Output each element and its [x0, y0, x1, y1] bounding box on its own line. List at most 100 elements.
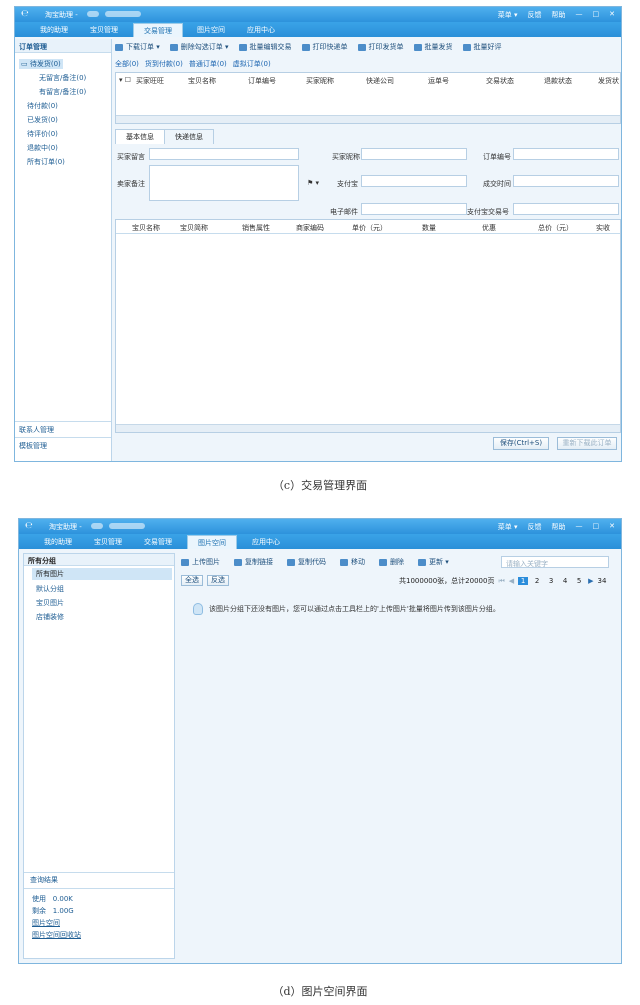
order-no-field[interactable] — [513, 148, 619, 160]
batch-review-button[interactable]: 批量好评 — [462, 42, 502, 52]
column-header[interactable]: 商家编码 — [296, 223, 324, 233]
minimize-icon[interactable]: — — [576, 10, 583, 20]
tab-app-center[interactable]: 应用中心 — [245, 535, 287, 549]
filter-virtual[interactable]: 虚拟订单(0) — [233, 59, 271, 69]
seller-note-field[interactable] — [149, 165, 299, 201]
maximize-icon[interactable]: □ — [593, 10, 600, 20]
sidebar-item-all-orders[interactable]: 所有订单(0) — [27, 157, 65, 167]
keyword-search-input[interactable]: 请输入关键字 — [501, 556, 609, 568]
tab-picture-space[interactable]: 图片空间 — [190, 23, 232, 37]
feedback-link[interactable]: 反馈 — [528, 10, 542, 20]
horizontal-scrollbar[interactable] — [116, 115, 620, 123]
move-button[interactable]: 移动 — [340, 557, 365, 567]
print-express-button[interactable]: 打印快递单 — [301, 42, 348, 52]
sidebar-item-shop-decoration[interactable]: 店铺装修 — [36, 612, 64, 622]
download-orders-button[interactable]: 下载订单 ▾ — [115, 42, 160, 52]
tab-item-management[interactable]: 宝贝管理 — [87, 535, 129, 549]
query-results[interactable]: 查询结果 — [24, 872, 174, 884]
sidebar-contacts[interactable]: 联系人管理 — [15, 421, 111, 435]
column-header[interactable]: 买家昵称 — [306, 76, 334, 86]
column-header[interactable]: 发货状 — [598, 76, 619, 86]
filter-normal[interactable]: 普通订单(0) — [189, 59, 227, 69]
column-header[interactable]: 数量 — [422, 223, 436, 233]
menu-button[interactable]: 菜单 ▾ — [498, 522, 518, 532]
sidebar-templates[interactable]: 模板管理 — [15, 437, 111, 451]
next-page-icon[interactable]: ▶ — [588, 577, 593, 585]
column-header[interactable]: 买家旺旺 — [136, 76, 164, 86]
page-link[interactable]: 4 — [560, 577, 570, 585]
delete-checked-button[interactable]: 删除勾选订单 ▾ — [169, 42, 229, 52]
tab-express-info[interactable]: 快递信息 — [165, 129, 214, 144]
sidebar-item-all-pictures[interactable]: 所有图片 — [32, 568, 172, 580]
tab-trade-management[interactable]: 交易管理 — [133, 23, 183, 37]
help-link[interactable]: 帮助 — [552, 522, 566, 532]
tab-item-management[interactable]: 宝贝管理 — [83, 23, 125, 37]
minimize-icon[interactable]: — — [576, 522, 583, 532]
update-button[interactable]: 更新 ▾ — [418, 557, 449, 567]
column-header[interactable]: 退款状态 — [544, 76, 572, 86]
column-header[interactable]: 宝贝名称 — [188, 76, 216, 86]
sidebar-item-default-group[interactable]: 默认分组 — [36, 584, 64, 594]
first-page-icon[interactable]: ⏮ — [498, 577, 504, 586]
tab-app-center[interactable]: 应用中心 — [240, 23, 282, 37]
menu-button[interactable]: 菜单 ▾ — [498, 10, 518, 20]
alipay-field[interactable] — [361, 175, 467, 187]
page-link[interactable]: 3 — [546, 577, 556, 585]
sidebar-item-has-note[interactable]: 有留言/备注(0) — [39, 87, 86, 97]
column-header[interactable]: 订单编号 — [248, 76, 276, 86]
column-header[interactable]: 宝贝名称 — [132, 223, 160, 233]
recycle-bin-link[interactable]: 图片空间回收站 — [32, 929, 166, 941]
page-link[interactable]: 2 — [532, 577, 542, 585]
buyer-message-field[interactable] — [149, 148, 299, 160]
batch-ship-button[interactable]: 批量发货 — [413, 42, 453, 52]
save-button[interactable]: 保存(Ctrl+S) — [493, 437, 549, 450]
sidebar-item-no-note[interactable]: 无留言/备注(0) — [39, 73, 86, 83]
print-invoice-button[interactable]: 打印发货单 — [357, 42, 404, 52]
tab-my-assistant[interactable]: 我的助理 — [37, 535, 79, 549]
delete-button[interactable]: 删除 — [379, 557, 404, 567]
close-icon[interactable]: ✕ — [609, 522, 615, 532]
sidebar-item-pending-pay[interactable]: 待付款(0) — [27, 101, 58, 111]
select-all-checkbox[interactable]: ▾ ☐ — [119, 76, 131, 84]
sidebar-item-item-pictures[interactable]: 宝贝图片 — [36, 598, 64, 608]
batch-edit-button[interactable]: 批量编辑交易 — [238, 42, 292, 52]
sidebar-item-shipped[interactable]: 已发货(0) — [27, 115, 58, 125]
page-link[interactable]: 5 — [574, 577, 584, 585]
column-header[interactable]: 总价（元） — [538, 223, 573, 233]
tab-my-assistant[interactable]: 我的助理 — [33, 23, 75, 37]
upload-button[interactable]: 上传图片 — [181, 557, 220, 567]
sidebar-item-pending-review[interactable]: 待评价(0) — [27, 129, 58, 139]
alipay-trade-field[interactable] — [513, 203, 619, 215]
invert-selection-button[interactable]: 反选 — [207, 575, 229, 586]
filter-cod[interactable]: 货到付款(0) — [145, 59, 183, 69]
tab-basic-info[interactable]: 基本信息 — [115, 129, 165, 144]
column-header[interactable]: 销售属性 — [242, 223, 270, 233]
redownload-order-button[interactable]: 重新下载此订单 — [557, 437, 617, 450]
flag-selector[interactable]: ⚑ ▾ — [307, 179, 319, 187]
column-header[interactable]: 优惠 — [482, 223, 496, 233]
column-header[interactable]: 快递公司 — [366, 76, 394, 86]
sidebar-item-pending-ship[interactable]: ▭ 待发货(0) — [19, 59, 63, 69]
select-all-button[interactable]: 全选 — [181, 575, 203, 586]
email-field[interactable] — [361, 203, 467, 215]
column-header[interactable]: 宝贝简称 — [180, 223, 208, 233]
feedback-link[interactable]: 反馈 — [528, 522, 542, 532]
page-link[interactable]: 1 — [518, 577, 529, 585]
sidebar-item-refunding[interactable]: 退款中(0) — [27, 143, 58, 153]
deal-time-field[interactable] — [513, 175, 619, 187]
copy-code-button[interactable]: 复制代码 — [287, 557, 326, 567]
column-header[interactable]: 实收 — [596, 223, 610, 233]
filter-all[interactable]: 全部(0) — [115, 59, 139, 69]
column-header[interactable]: 运单号 — [428, 76, 449, 86]
tab-picture-space[interactable]: 图片空间 — [187, 535, 237, 549]
prev-page-icon[interactable]: ◀ — [509, 577, 514, 585]
copy-link-button[interactable]: 复制链接 — [234, 557, 273, 567]
help-link[interactable]: 帮助 — [552, 10, 566, 20]
column-header[interactable]: 交易状态 — [486, 76, 514, 86]
column-header[interactable]: 单价（元） — [352, 223, 387, 233]
tab-trade-management[interactable]: 交易管理 — [137, 535, 179, 549]
maximize-icon[interactable]: □ — [593, 522, 600, 532]
close-icon[interactable]: ✕ — [609, 10, 615, 20]
horizontal-scrollbar[interactable] — [116, 424, 620, 432]
buyer-nick-field[interactable] — [361, 148, 467, 160]
